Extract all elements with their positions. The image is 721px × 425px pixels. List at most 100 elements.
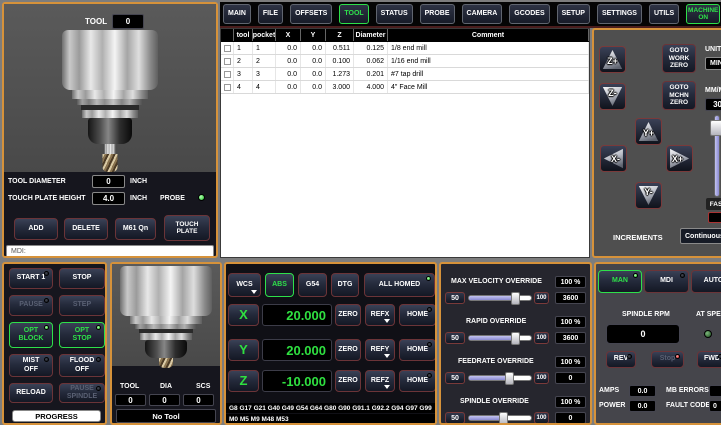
slider-handle[interactable] — [505, 372, 514, 385]
step-button[interactable]: STEP — [59, 295, 105, 316]
ref-y-button[interactable]: REFY — [365, 339, 395, 361]
dtg-button[interactable]: DTG — [331, 273, 359, 297]
tab-setup[interactable]: SETUP — [557, 4, 590, 24]
tab-mdi[interactable]: MDI — [644, 270, 689, 293]
table-row[interactable]: 1 1 0.0 0.0 0.511 0.125 1/8 end mill — [221, 42, 589, 55]
tab-offsets[interactable]: OFFSETS — [290, 4, 332, 24]
cell-comment: 1/8 end mill — [388, 42, 589, 54]
tab-status[interactable]: STATUS — [376, 4, 413, 24]
tab-settings[interactable]: SETTINGS — [597, 4, 642, 24]
zero-x-button[interactable]: ZERO — [335, 304, 361, 326]
jog-y-minus-button[interactable]: Y- — [635, 182, 662, 209]
override-max-button[interactable]: 100 — [534, 412, 549, 424]
m61-button[interactable]: M61 Qn — [115, 218, 156, 240]
table-row[interactable]: 3 3 0.0 0.0 1.273 0.201 #7 tap drill — [221, 68, 589, 81]
cell-pocket: 3 — [253, 68, 276, 80]
tab-file[interactable]: FILE — [258, 4, 283, 24]
all-homed-button[interactable]: ALL HOMED — [364, 273, 435, 297]
goto-work-zero-button[interactable]: GOTO WORK ZERO — [662, 44, 696, 73]
max-velocity-override-label: MAX VELOCITY OVERRIDE — [451, 278, 542, 285]
row-checkbox[interactable] — [224, 58, 231, 65]
spindle-stop-button[interactable]: Stop — [651, 351, 684, 368]
axis-y-button[interactable]: Y — [228, 339, 259, 361]
optional-stop-button[interactable]: OPT STOP — [59, 322, 105, 348]
wcs-button[interactable]: WCS — [228, 273, 261, 297]
override-max-button[interactable]: 100 — [534, 332, 549, 344]
pause-button[interactable]: PAUSE — [9, 295, 53, 316]
spindle-value: 0 — [555, 412, 586, 424]
flood-led — [96, 357, 101, 362]
rapid-slider[interactable] — [468, 335, 532, 341]
tab-main[interactable]: MAIN — [223, 4, 251, 24]
slider-handle[interactable] — [511, 292, 520, 305]
col-tool: tool — [234, 29, 253, 41]
touch-plate-height-input[interactable]: 4.0 — [92, 192, 125, 205]
tab-man[interactable]: MAN — [598, 270, 642, 293]
home-y-button[interactable]: HOME — [399, 339, 436, 361]
mdi-input[interactable]: MDI: — [6, 245, 214, 258]
slider-fill — [469, 336, 515, 340]
zero-y-button[interactable]: ZERO — [335, 339, 361, 361]
increments-select[interactable]: Continuous — [680, 228, 721, 244]
feedrate-override-label: FEEDRATE OVERRIDE — [458, 358, 534, 365]
override-max-button[interactable]: 100 — [534, 372, 549, 384]
reload-button[interactable]: RELOAD — [9, 383, 53, 403]
table-row[interactable]: 4 4 0.0 0.0 3.000 4.000 4" Face Mill — [221, 81, 589, 94]
tab-auto[interactable]: AUTO — [691, 270, 721, 293]
mist-button[interactable]: MIST OFF — [9, 354, 53, 377]
delete-tool-button[interactable]: DELETE — [64, 218, 108, 240]
spindle-fwd-button[interactable]: FWD — [697, 351, 721, 368]
optional-block-button[interactable]: OPT BLOCK — [9, 322, 53, 348]
override-max-button[interactable]: 100 — [534, 292, 549, 304]
feedrate-slider[interactable] — [468, 375, 532, 381]
spindle-rev-button[interactable]: REV — [606, 351, 636, 368]
jog-z-minus-button[interactable]: Z- — [599, 83, 626, 110]
jog-y-plus-button[interactable]: Y+ — [635, 118, 662, 145]
row-checkbox[interactable] — [224, 45, 231, 52]
override-min-button[interactable]: 50 — [445, 372, 465, 384]
tab-tool[interactable]: TOOL — [339, 4, 368, 24]
tool-diameter-unit: INCH — [130, 178, 147, 185]
home-z-button[interactable]: HOME — [399, 370, 436, 392]
jog-z-plus-button[interactable]: Z+ — [599, 46, 626, 73]
row-checkbox[interactable] — [224, 71, 231, 78]
jog-x-minus-button[interactable]: X- — [600, 145, 627, 172]
jog-x-plus-button[interactable]: X+ — [666, 145, 693, 172]
override-min-button[interactable]: 50 — [445, 412, 465, 424]
add-tool-button[interactable]: ADD — [14, 218, 58, 240]
machine-on-button[interactable]: MACHINE ON — [686, 4, 720, 24]
pause-spindle-button[interactable]: PAUSE SPINDLE — [59, 383, 105, 403]
ref-x-button[interactable]: REFX — [365, 304, 395, 326]
tab-probe[interactable]: PROBE — [420, 4, 455, 24]
axis-x-button[interactable]: X — [228, 304, 259, 326]
at-speed-label: AT SPEED — [696, 311, 721, 318]
override-min-button[interactable]: 50 — [445, 292, 465, 304]
override-min-button[interactable]: 50 — [445, 332, 465, 344]
slider-handle[interactable] — [499, 412, 508, 425]
tab-utils[interactable]: UTILS — [649, 4, 679, 24]
g54-button[interactable]: G54 — [298, 273, 327, 297]
abs-button[interactable]: ABS — [265, 273, 294, 297]
stop-button[interactable]: STOP — [59, 268, 105, 289]
col-diameter: Diameter — [354, 29, 388, 41]
spindle-slider[interactable] — [468, 415, 532, 421]
cycle-start-button[interactable]: START 1 — [9, 268, 53, 289]
touch-plate-button[interactable]: TOUCH PLATE — [164, 215, 210, 241]
zero-z-button[interactable]: ZERO — [335, 370, 361, 392]
units-select[interactable]: MIN — [705, 57, 721, 70]
max-velocity-slider[interactable] — [468, 295, 532, 301]
jog-speed-slider-handle[interactable] — [710, 120, 721, 136]
tab-gcodes[interactable]: GCODES — [509, 4, 549, 24]
flood-button[interactable]: FLOOD OFF — [59, 354, 105, 377]
tab-camera[interactable]: CAMERA — [462, 4, 503, 24]
tool-diameter-input[interactable]: 0 — [92, 175, 125, 188]
table-row[interactable]: 2 2 0.0 0.0 0.100 0.062 1/16 end mill — [221, 55, 589, 68]
axis-z-button[interactable]: Z — [228, 370, 259, 392]
mdi-led — [680, 273, 685, 278]
ref-z-button[interactable]: REFZ — [365, 370, 395, 392]
goto-machine-zero-button[interactable]: GOTO MCHN ZERO — [662, 81, 696, 110]
mb-errors-label: MB ERRORS — [666, 387, 709, 394]
home-x-button[interactable]: HOME — [399, 304, 436, 326]
row-checkbox[interactable] — [224, 84, 231, 91]
slider-handle[interactable] — [511, 332, 520, 345]
